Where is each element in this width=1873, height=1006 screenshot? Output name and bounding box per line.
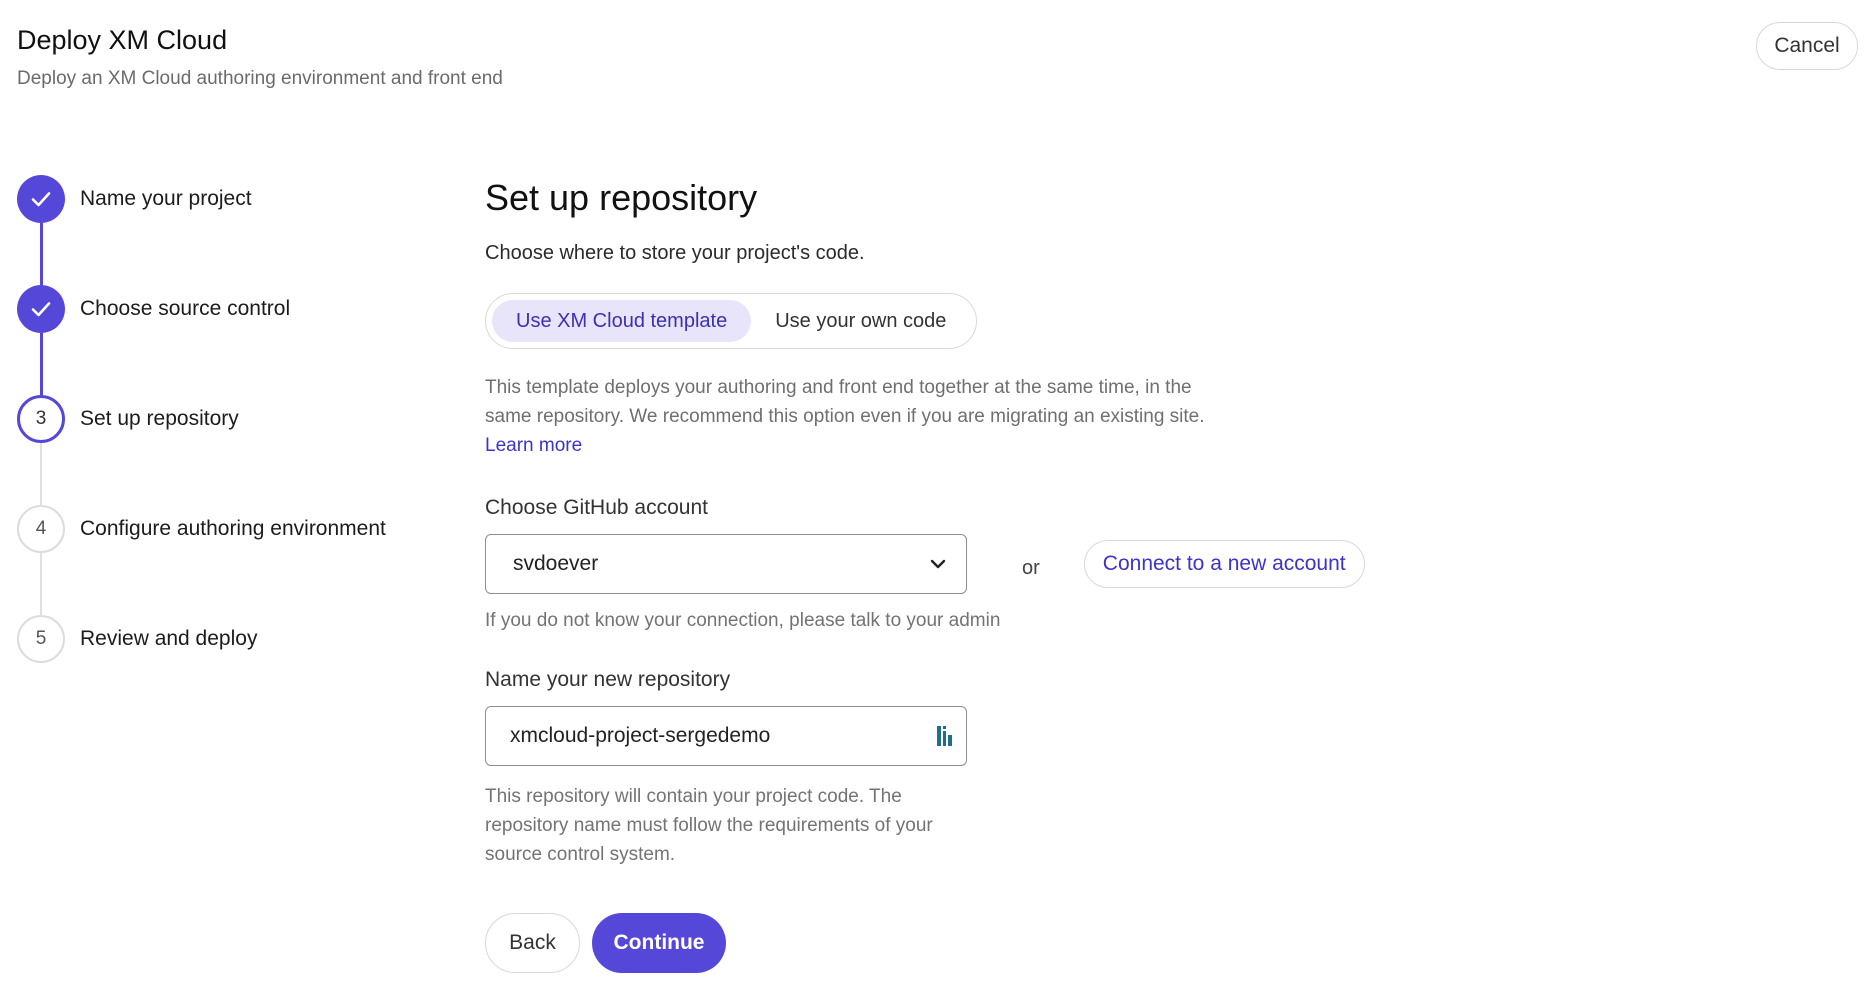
step-label: Configure authoring environment: [80, 517, 386, 540]
github-account-label: Choose GitHub account: [485, 496, 708, 519]
step-review-deploy: 5 Review and deploy: [17, 615, 257, 663]
template-info: This template deploys your authoring and…: [485, 373, 1230, 460]
chevron-down-icon: [930, 559, 946, 569]
step-number: 5: [17, 615, 65, 663]
back-button[interactable]: Back: [485, 913, 580, 973]
step-label: Set up repository: [80, 407, 239, 430]
check-icon: [31, 192, 51, 207]
step-label: Review and deploy: [80, 627, 258, 650]
step-connector: [40, 443, 42, 505]
page-subtitle: Deploy an XM Cloud authoring environment…: [17, 68, 503, 89]
step-number: 4: [17, 505, 65, 553]
step-check-circle: [17, 285, 65, 333]
step-label: Choose source control: [80, 297, 291, 320]
password-manager-icon[interactable]: [934, 723, 956, 749]
step-name-project[interactable]: Name your project: [17, 175, 252, 223]
account-hint: If you do not know your connection, plea…: [485, 610, 1001, 631]
step-check-circle: [17, 175, 65, 223]
main-panel: Set up repository Choose where to store …: [485, 170, 1385, 973]
template-info-text: This template deploys your authoring and…: [485, 377, 1205, 427]
step-connector: [40, 553, 42, 615]
selected-account: svdoever: [513, 552, 599, 575]
step-configure-authoring: 4 Configure authoring environment: [17, 505, 386, 553]
step-label: Name your project: [80, 187, 252, 210]
repo-name-input[interactable]: xmcloud-project-sergedemo: [485, 706, 967, 766]
repo-name-label: Name your new repository: [485, 668, 731, 691]
toggle-use-template[interactable]: Use XM Cloud template: [492, 300, 752, 342]
step-number: 3: [17, 395, 65, 443]
step-choose-source-control[interactable]: Choose source control: [17, 285, 290, 333]
step-set-up-repository: 3 Set up repository: [17, 395, 239, 443]
or-text: or: [1022, 556, 1040, 579]
learn-more-link[interactable]: Learn more: [485, 435, 582, 456]
repo-hint: This repository will contain your projec…: [485, 786, 933, 865]
cancel-button[interactable]: Cancel: [1756, 22, 1858, 70]
account-row: svdoever or Connect to a new account: [485, 534, 1385, 594]
connect-new-account-button[interactable]: Connect to a new account: [1083, 540, 1365, 588]
section-description: Choose where to store your project's cod…: [485, 242, 865, 264]
wizard-actions: Back Continue: [485, 913, 1385, 973]
section-title: Set up repository: [485, 177, 758, 218]
repo-name-value: xmcloud-project-sergedemo: [510, 724, 771, 747]
code-source-toggle: Use XM Cloud template Use your own code: [485, 293, 978, 349]
page-title: Deploy XM Cloud: [17, 25, 228, 55]
github-account-select[interactable]: svdoever: [485, 534, 967, 594]
step-connector: [40, 223, 43, 285]
toggle-use-own-code[interactable]: Use your own code: [751, 300, 970, 342]
page-header: Deploy XM Cloud Deploy an XM Cloud autho…: [17, 22, 503, 90]
continue-button[interactable]: Continue: [592, 913, 726, 973]
step-connector: [40, 333, 43, 395]
check-icon: [31, 302, 51, 317]
